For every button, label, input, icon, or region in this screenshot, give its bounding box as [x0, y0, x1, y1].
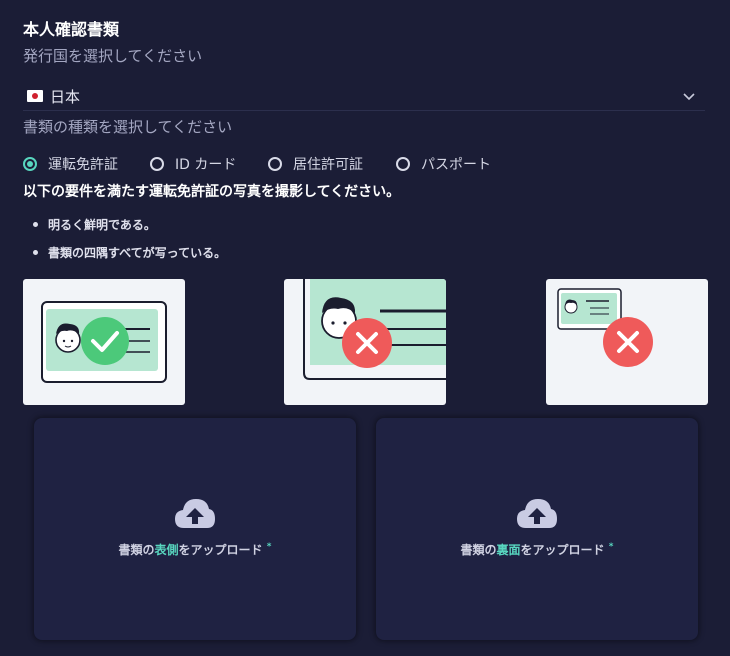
radio-label: 運転免許証 — [48, 157, 118, 173]
label-prefix: 書類の — [460, 543, 497, 557]
example-too-far-photo — [546, 279, 708, 405]
requirements-list: 明るく鮮明である。 書類の四隅すべてが写っている。 — [33, 216, 226, 272]
upload-front-label: 書類の表側をアップロード * — [34, 541, 356, 558]
label-highlight: 裏面 — [496, 543, 521, 557]
cloud-upload-icon — [175, 499, 215, 528]
radio-circle-selected — [23, 157, 37, 171]
radio-label: 居住許可証 — [293, 157, 363, 173]
doctype-prompt: 書類の種類を選択してください — [23, 118, 233, 136]
radio-label: ID カード — [175, 157, 237, 173]
cloud-upload-icon — [517, 499, 557, 528]
example-too-close-illustration — [303, 279, 446, 380]
country-prompt: 発行国を選択してください — [23, 47, 203, 65]
label-prefix: 書類の — [118, 543, 155, 557]
radio-drivers-license[interactable]: 運転免許証 — [23, 154, 118, 174]
radio-circle — [396, 157, 410, 171]
country-select[interactable]: 日本 — [23, 84, 705, 111]
radio-passport[interactable]: パスポート — [396, 154, 491, 174]
label-suffix: をアップロード — [520, 543, 605, 557]
section-title: 本人確認書類 — [23, 20, 120, 39]
chevron-down-icon — [683, 93, 695, 101]
required-mark: * — [608, 542, 614, 552]
requirement-item: 書類の四隅すべてが写っている。 — [33, 244, 226, 272]
radio-residence-permit[interactable]: 居住許可証 — [268, 154, 363, 174]
example-too-far-illustration — [557, 288, 653, 367]
country-value: 日本 — [50, 88, 81, 106]
requirement-item: 明るく鮮明である。 — [33, 216, 226, 244]
radio-label: パスポート — [421, 157, 491, 173]
requirements-title: 以下の要件を満たす運転免許証の写真を撮影してください。 — [23, 184, 401, 200]
required-mark: * — [266, 542, 272, 552]
upload-front-dropzone[interactable]: 書類の表側をアップロード * — [34, 418, 356, 640]
label-highlight: 表側 — [154, 543, 179, 557]
label-suffix: をアップロード — [178, 543, 263, 557]
upload-back-label: 書類の裏面をアップロード * — [376, 541, 698, 558]
example-good-illustration — [41, 301, 167, 383]
example-too-close-photo — [284, 279, 446, 405]
example-good-photo — [23, 279, 185, 405]
japan-flag-icon — [27, 90, 43, 102]
upload-back-dropzone[interactable]: 書類の裏面をアップロード * — [376, 418, 698, 640]
radio-circle — [150, 157, 164, 171]
radio-circle — [268, 157, 282, 171]
radio-id-card[interactable]: ID カード — [150, 154, 236, 174]
